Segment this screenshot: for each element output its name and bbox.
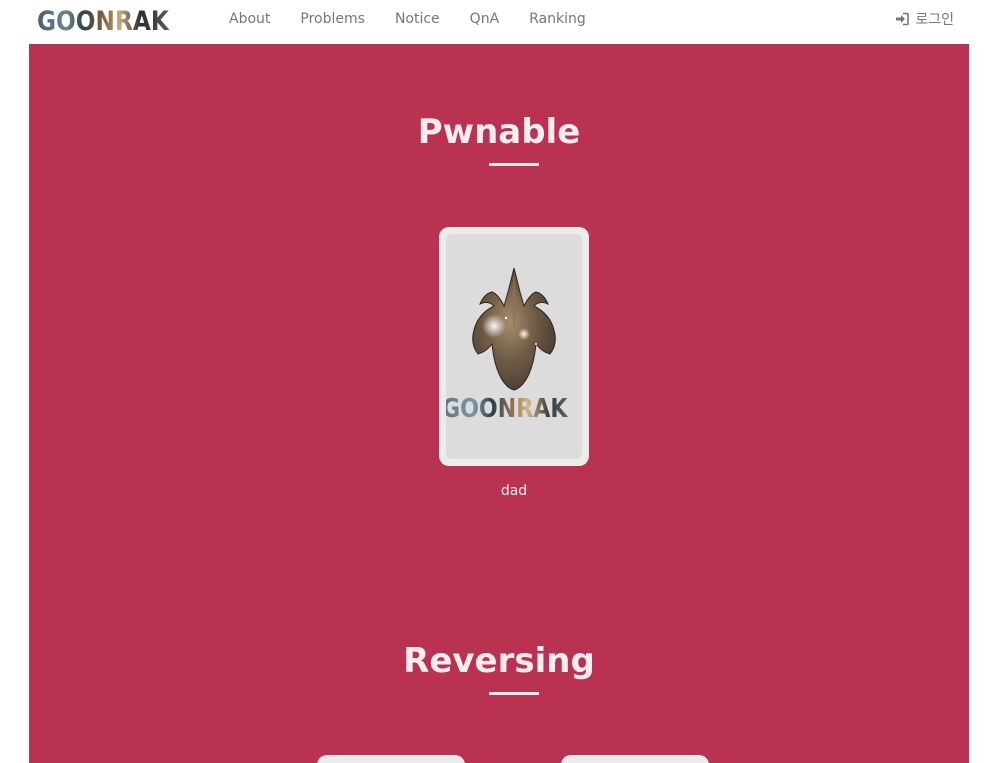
problem-card-dad[interactable]: GOONRAK xyxy=(439,227,589,466)
goonrak-emblem-icon xyxy=(472,267,556,391)
problems-board: Pwnable GOONRAK dad Reversing xyxy=(29,44,969,763)
navbar: GOONRAK About Problems Notice QnA Rankin… xyxy=(0,0,1000,44)
nav-link-notice[interactable]: Notice xyxy=(380,0,455,38)
nav-link-qna[interactable]: QnA xyxy=(455,0,514,38)
nav-link-about[interactable]: About xyxy=(214,0,285,38)
title-underline xyxy=(489,692,539,695)
section-title-reversing: Reversing xyxy=(403,641,595,681)
nav-link-problems[interactable]: Problems xyxy=(285,0,380,38)
problem-name[interactable]: dad xyxy=(439,483,589,499)
title-underline xyxy=(489,163,539,166)
login-link[interactable]: 로그인 xyxy=(895,0,954,38)
nav-link-ranking[interactable]: Ranking xyxy=(514,0,601,38)
problem-card[interactable] xyxy=(317,755,465,763)
login-label: 로그인 xyxy=(915,12,954,28)
brand-logo[interactable]: GOONRAK xyxy=(37,7,170,37)
nav-links: About Problems Notice QnA Ranking xyxy=(214,0,601,38)
problem-card-image: GOONRAK xyxy=(446,234,582,459)
section-title-pwnable: Pwnable xyxy=(417,112,581,152)
sign-in-icon xyxy=(896,12,910,26)
card-wordmark: GOONRAK xyxy=(446,394,567,424)
problem-card[interactable] xyxy=(561,755,709,763)
